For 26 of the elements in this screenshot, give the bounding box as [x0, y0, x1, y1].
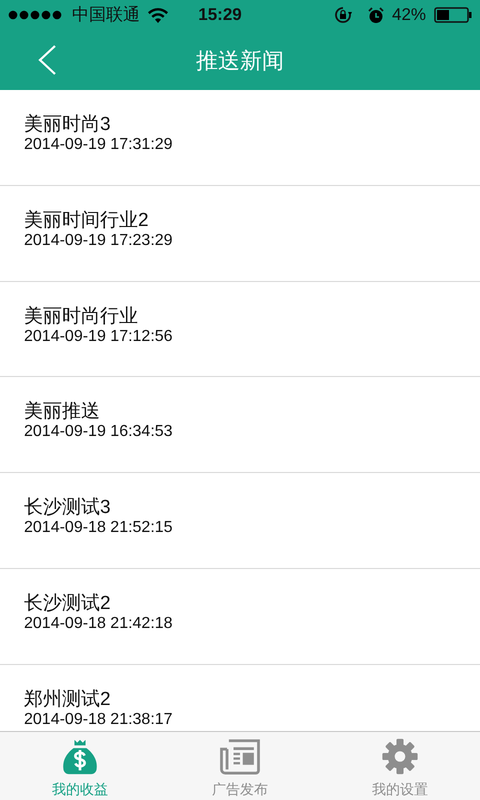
news-title[interactable]: 美丽时尚行业: [24, 306, 456, 328]
news-time: 2014-09-18 21:42:18: [24, 614, 174, 633]
news-title[interactable]: 郑州测试2: [24, 688, 456, 711]
money-bag-icon: [60, 738, 100, 775]
alarm-icon: [368, 6, 384, 24]
news-title[interactable]: 美丽时尚3: [24, 114, 456, 136]
news-time: 2014-09-18 21:52:15: [24, 519, 174, 538]
news-time: 2014-09-18 21:38:17: [24, 710, 174, 729]
news-title[interactable]: 长沙测试3: [24, 497, 456, 520]
battery-icon: [434, 7, 472, 23]
rotation-lock-icon: [334, 6, 352, 24]
carrier-name: 中国联通: [72, 4, 140, 26]
news-time: 2014-09-19 17:12:56: [24, 328, 174, 346]
back-button[interactable]: [36, 44, 58, 76]
news-time: 2014-09-19 17:31:29: [24, 136, 174, 154]
signal-icon: [8, 10, 64, 20]
news-title[interactable]: 美丽时间行业2: [24, 210, 456, 232]
news-title[interactable]: 长沙测试2: [24, 592, 456, 615]
news-title[interactable]: 美丽推送: [24, 401, 456, 424]
wifi-icon: [148, 8, 168, 22]
news-time: 2014-09-19 16:34:53: [24, 423, 174, 442]
battery-percent: 42%: [392, 4, 426, 26]
page-title: 推送新闻: [196, 46, 284, 74]
clock-time: 15:29: [198, 4, 242, 26]
news-time: 2014-09-19 17:23:29: [24, 232, 174, 250]
newspaper-icon: [218, 738, 262, 775]
